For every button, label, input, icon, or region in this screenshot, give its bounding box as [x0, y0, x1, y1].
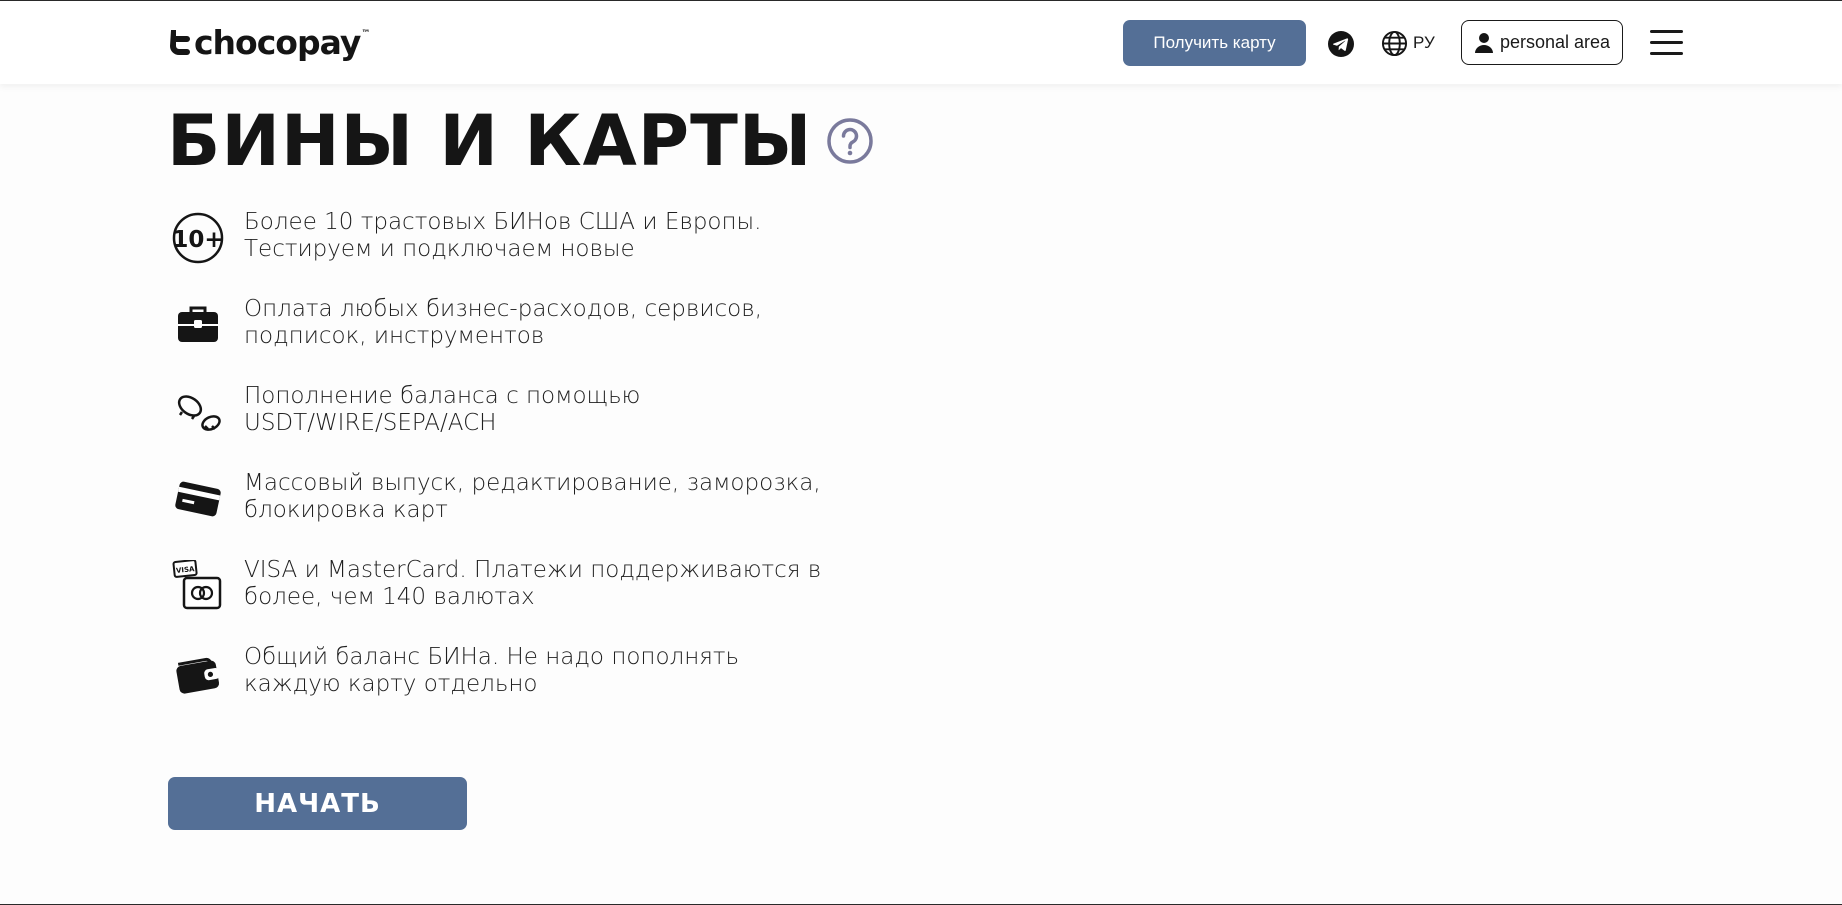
briefcase-icon	[178, 306, 218, 342]
language-switcher[interactable]: РУ	[1381, 28, 1435, 58]
feature-text: Массовый выпуск, редактирование, замороз…	[244, 470, 821, 523]
wallet-icon	[176, 657, 220, 694]
site-header: chocopay ™ Получить карту РУ personal ar…	[0, 1, 1842, 84]
feature-text: Более 10 трастовых БИНов США и Европы. Т…	[244, 209, 762, 262]
ten-plus-icon: 10+	[172, 212, 224, 264]
coins-icon	[177, 395, 221, 431]
visa-mastercard-icon: VISA	[172, 560, 222, 610]
get-card-button[interactable]: Получить карту	[1123, 20, 1306, 66]
logo-text: chocopay	[194, 23, 361, 62]
feature-item: Оплата любых бизнес-расходов, сервисов, …	[172, 294, 872, 381]
telegram-icon[interactable]	[1327, 30, 1355, 58]
start-button[interactable]: НАЧАТЬ	[168, 777, 467, 830]
svg-text:10+: 10+	[172, 227, 223, 253]
hamburger-menu-icon[interactable]	[1650, 30, 1683, 56]
feature-item: Массовый выпуск, редактирование, замороз…	[172, 468, 872, 555]
personal-area-label: personal area	[1499, 32, 1611, 52]
chocopay-logo-icon	[170, 30, 190, 55]
user-icon	[1474, 32, 1493, 53]
feature-text: Оплата любых бизнес-расходов, сервисов, …	[244, 296, 763, 349]
feature-item: VISA VISA и MasterCard. Платежи поддержи…	[172, 555, 872, 642]
globe-icon	[1381, 30, 1408, 56]
feature-item: 10+ Более 10 трастовых БИНов США и Европ…	[172, 207, 872, 294]
credit-card-icon	[175, 481, 221, 517]
feature-text: Пополнение баланса с помощью USDT/WIRE/S…	[244, 383, 641, 436]
features-list: 10+ Более 10 трастовых БИНов США и Европ…	[172, 207, 872, 729]
feature-text: VISA и MasterCard. Платежи поддерживаютс…	[244, 557, 822, 610]
feature-item: Пополнение баланса с помощью USDT/WIRE/S…	[172, 381, 872, 468]
logo[interactable]: chocopay ™	[168, 23, 370, 63]
logo-trademark: ™	[361, 29, 371, 39]
feature-text: Общий баланс БИНа. Не надо пополнять каж…	[244, 644, 740, 697]
language-label: РУ	[1413, 33, 1435, 52]
page-title: БИНЫ И КАРТЫ	[167, 100, 813, 182]
feature-item: Общий баланс БИНа. Не надо пополнять каж…	[172, 642, 872, 729]
personal-area-button[interactable]: personal area	[1461, 20, 1623, 65]
question-circle-icon[interactable]	[826, 117, 874, 165]
